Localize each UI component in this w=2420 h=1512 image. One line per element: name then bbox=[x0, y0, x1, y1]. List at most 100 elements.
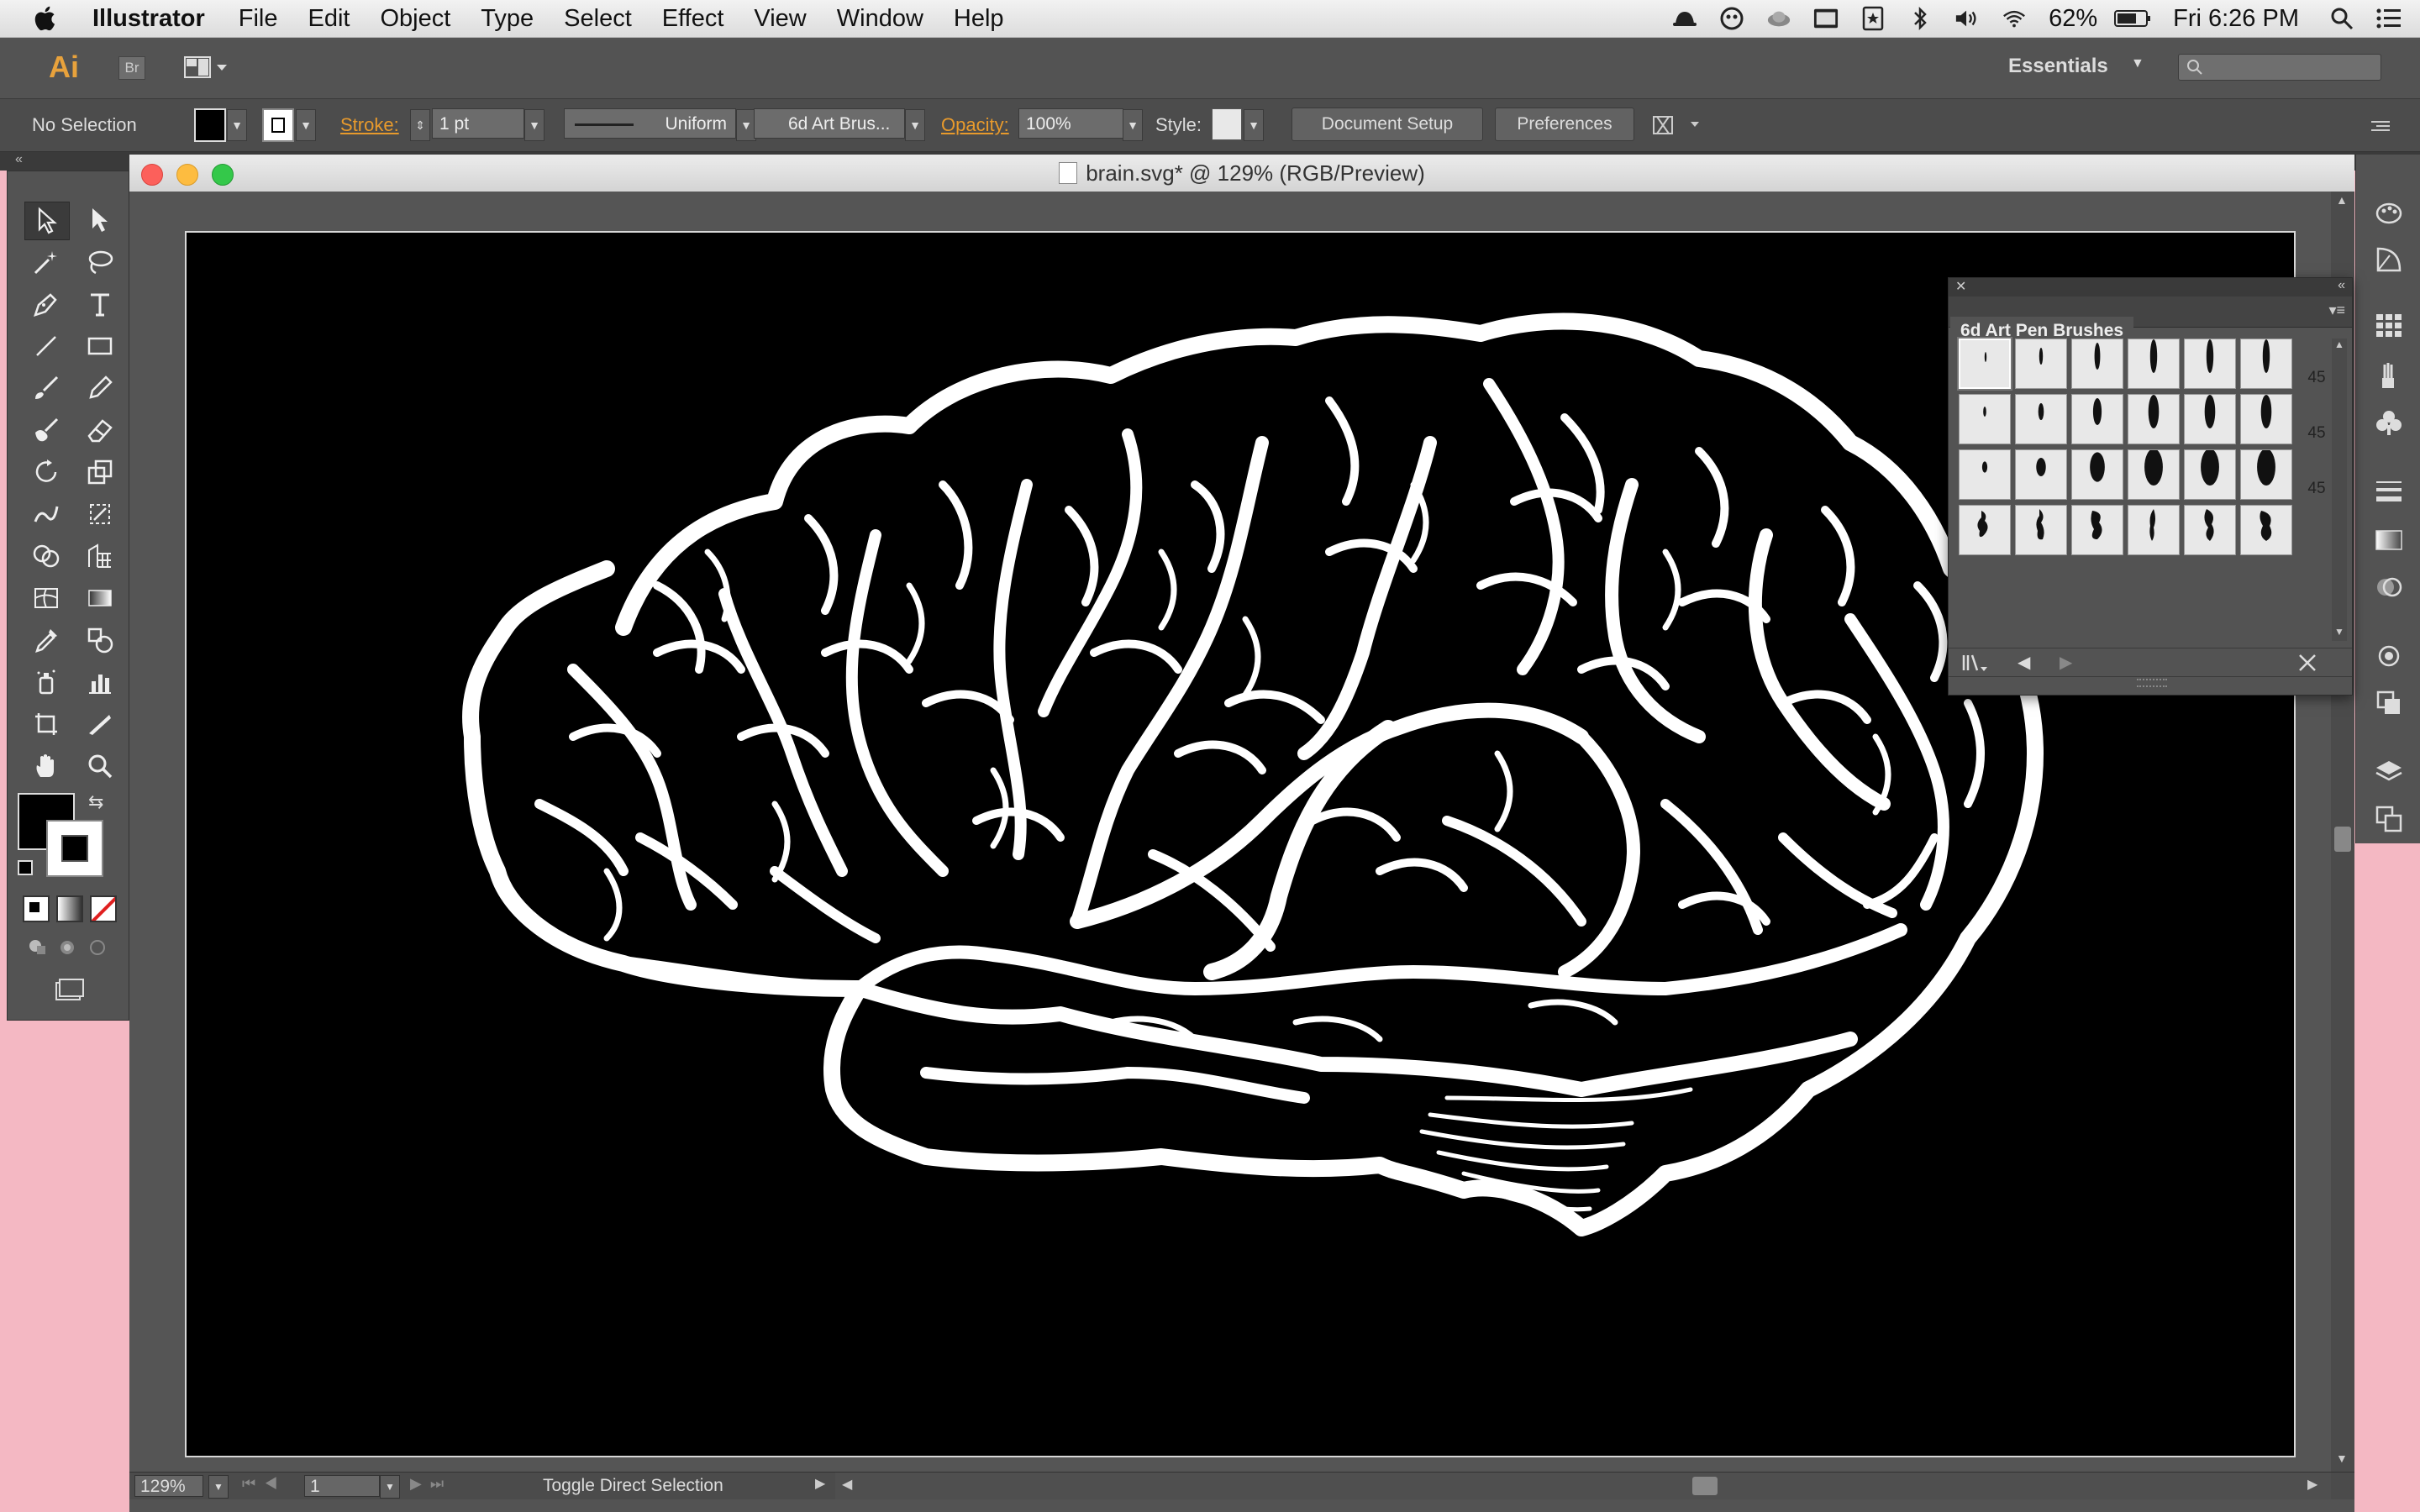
opacity-dropdown[interactable]: ▼ bbox=[1123, 109, 1143, 141]
brush-swatch[interactable] bbox=[2071, 505, 2123, 555]
close-window-button[interactable] bbox=[141, 164, 163, 186]
remove-brush-stroke-icon[interactable] bbox=[2296, 652, 2320, 678]
graphic-styles-icon[interactable] bbox=[2373, 687, 2405, 719]
workspace-caret-icon[interactable]: ▼ bbox=[2131, 56, 2144, 71]
column-graph-tool-icon[interactable] bbox=[78, 664, 122, 701]
direct-selection-tool-icon[interactable] bbox=[78, 202, 122, 239]
menu-view[interactable]: View bbox=[754, 5, 806, 33]
opacity-panel-link[interactable]: Opacity: bbox=[941, 109, 1009, 141]
brush-swatch[interactable] bbox=[2071, 449, 2123, 500]
brush-swatch[interactable]: 45 bbox=[2240, 394, 2326, 444]
stroke-weight-field[interactable]: 1 pt bbox=[432, 108, 524, 139]
brush-swatch[interactable] bbox=[2071, 394, 2123, 444]
type-tool-icon[interactable] bbox=[78, 286, 122, 323]
brush-swatch[interactable] bbox=[2015, 394, 2067, 444]
bluetooth-icon[interactable] bbox=[1907, 6, 1933, 31]
layers-icon[interactable] bbox=[2373, 756, 2405, 788]
brush-definition-field[interactable]: 6d Art Brus... bbox=[754, 108, 905, 139]
brush-swatch[interactable] bbox=[1959, 505, 2011, 555]
pencil-tool-icon[interactable] bbox=[78, 370, 122, 407]
scale-tool-icon[interactable] bbox=[78, 454, 122, 491]
control-bar-menu-icon[interactable] bbox=[2368, 109, 2393, 141]
vertical-scroll-thumb[interactable] bbox=[2334, 827, 2351, 852]
brush-swatch[interactable] bbox=[1959, 449, 2011, 500]
horizontal-scroll-thumb[interactable] bbox=[1692, 1477, 1718, 1495]
color-guide-icon[interactable] bbox=[2373, 197, 2405, 228]
panel-menu-icon[interactable]: ▾≡ bbox=[2328, 302, 2345, 319]
zoom-window-button[interactable] bbox=[212, 164, 234, 186]
menu-window[interactable]: Window bbox=[837, 5, 923, 33]
battery-icon[interactable] bbox=[2114, 6, 2151, 31]
selection-tool-icon[interactable] bbox=[24, 202, 70, 240]
collapse-tools-icon[interactable]: « bbox=[15, 152, 23, 167]
artboard-tool-icon[interactable] bbox=[24, 706, 68, 743]
screen-mode-icon[interactable] bbox=[53, 978, 87, 1009]
brush-swatch[interactable]: 45 bbox=[2240, 339, 2326, 389]
brush-swatch[interactable]: 27 bbox=[2128, 394, 2213, 444]
brushes-panel-header[interactable]: ✕ « bbox=[1949, 278, 2352, 297]
fill-dropdown[interactable]: ▼ bbox=[227, 109, 247, 141]
symbol-sprayer-tool-icon[interactable] bbox=[24, 664, 68, 701]
zoom-tool-icon[interactable] bbox=[78, 748, 122, 785]
stroke-panel-link[interactable]: Stroke: bbox=[340, 109, 399, 141]
next-last-artboard-icons[interactable]: ▶⏭ bbox=[410, 1475, 452, 1493]
brush-swatch[interactable] bbox=[2015, 339, 2067, 389]
paintbrush-tool-icon[interactable] bbox=[24, 370, 68, 407]
menu-type[interactable]: Type bbox=[481, 5, 534, 33]
color-panel-icon[interactable] bbox=[2373, 244, 2405, 276]
eraser-tool-icon[interactable] bbox=[78, 412, 122, 449]
swatches-icon[interactable] bbox=[2373, 309, 2405, 341]
stroke-weight-stepper[interactable]: ⇕ bbox=[410, 109, 430, 141]
volume-icon[interactable] bbox=[1954, 6, 1980, 31]
rectangle-tool-icon[interactable] bbox=[78, 328, 122, 365]
none-mode-icon[interactable] bbox=[90, 895, 117, 922]
fill-color-swatch[interactable] bbox=[194, 108, 226, 142]
brushes-icon[interactable] bbox=[2373, 360, 2405, 391]
scroll-right-arrow-icon[interactable]: ▶ bbox=[2307, 1476, 2317, 1493]
brush-swatch[interactable] bbox=[2128, 505, 2180, 555]
draw-normal-icon[interactable] bbox=[27, 937, 49, 962]
arrange-documents-button[interactable] bbox=[183, 55, 230, 80]
clock[interactable]: Fri 6:26 PM bbox=[2173, 5, 2299, 33]
minimize-window-button[interactable] bbox=[176, 164, 198, 186]
eye-icon[interactable] bbox=[1719, 6, 1744, 31]
brush-swatch[interactable]: 35 bbox=[2184, 394, 2270, 444]
magic-wand-tool-icon[interactable] bbox=[24, 244, 68, 281]
bookmark-star-icon[interactable] bbox=[1860, 6, 1886, 31]
line-segment-tool-icon[interactable] bbox=[24, 328, 68, 365]
status-text[interactable]: Toggle Direct Selection bbox=[543, 1476, 723, 1496]
stroke-panel-icon[interactable] bbox=[2373, 475, 2405, 507]
warp-tool-icon[interactable] bbox=[24, 496, 68, 533]
scroll-up-arrow-icon[interactable]: ▲ bbox=[2336, 193, 2348, 207]
zoom-dropdown[interactable]: ▼ bbox=[208, 1475, 229, 1499]
scroll-left-arrow-icon[interactable]: ◀ bbox=[842, 1476, 852, 1493]
draw-behind-icon[interactable] bbox=[57, 937, 79, 962]
brush-scroll-down-icon[interactable]: ▼ bbox=[2334, 626, 2344, 638]
previous-library-icon[interactable]: ◀ bbox=[2018, 652, 2030, 673]
cloud-icon[interactable] bbox=[1766, 6, 1791, 31]
brush-libraries-icon[interactable] bbox=[1960, 652, 1991, 678]
blend-tool-icon[interactable] bbox=[78, 622, 122, 659]
shape-builder-tool-icon[interactable] bbox=[24, 538, 68, 575]
artboards-icon[interactable] bbox=[2373, 803, 2405, 835]
appearance-icon[interactable] bbox=[2373, 640, 2405, 672]
horizontal-scrollbar[interactable]: ◀ ▶ bbox=[835, 1473, 2331, 1499]
pen-tool-icon[interactable] bbox=[24, 286, 68, 323]
scroll-down-arrow-icon[interactable]: ▼ bbox=[2336, 1452, 2348, 1465]
gradient-tool-icon[interactable] bbox=[78, 580, 122, 617]
menu-select[interactable]: Select bbox=[564, 5, 632, 33]
menu-object[interactable]: Object bbox=[380, 5, 450, 33]
menu-effect[interactable]: Effect bbox=[662, 5, 724, 33]
panel-resize-grip[interactable] bbox=[1949, 676, 2352, 694]
brush-swatch[interactable]: 27 bbox=[2128, 339, 2213, 389]
perspective-grid-tool-icon[interactable] bbox=[78, 538, 122, 575]
brush-swatch[interactable] bbox=[2015, 449, 2067, 500]
first-prev-artboard-icons[interactable]: ⏮◀ bbox=[242, 1475, 286, 1493]
gradient-panel-icon[interactable] bbox=[2373, 524, 2405, 556]
draw-inside-icon[interactable] bbox=[87, 937, 109, 962]
default-fill-stroke-icon[interactable] bbox=[18, 860, 33, 875]
free-transform-tool-icon[interactable] bbox=[78, 496, 122, 533]
terminal-icon[interactable] bbox=[1813, 6, 1839, 31]
workspace-switcher[interactable]: Essentials bbox=[2008, 55, 2108, 78]
zoom-level-field[interactable]: 129% bbox=[134, 1475, 203, 1497]
